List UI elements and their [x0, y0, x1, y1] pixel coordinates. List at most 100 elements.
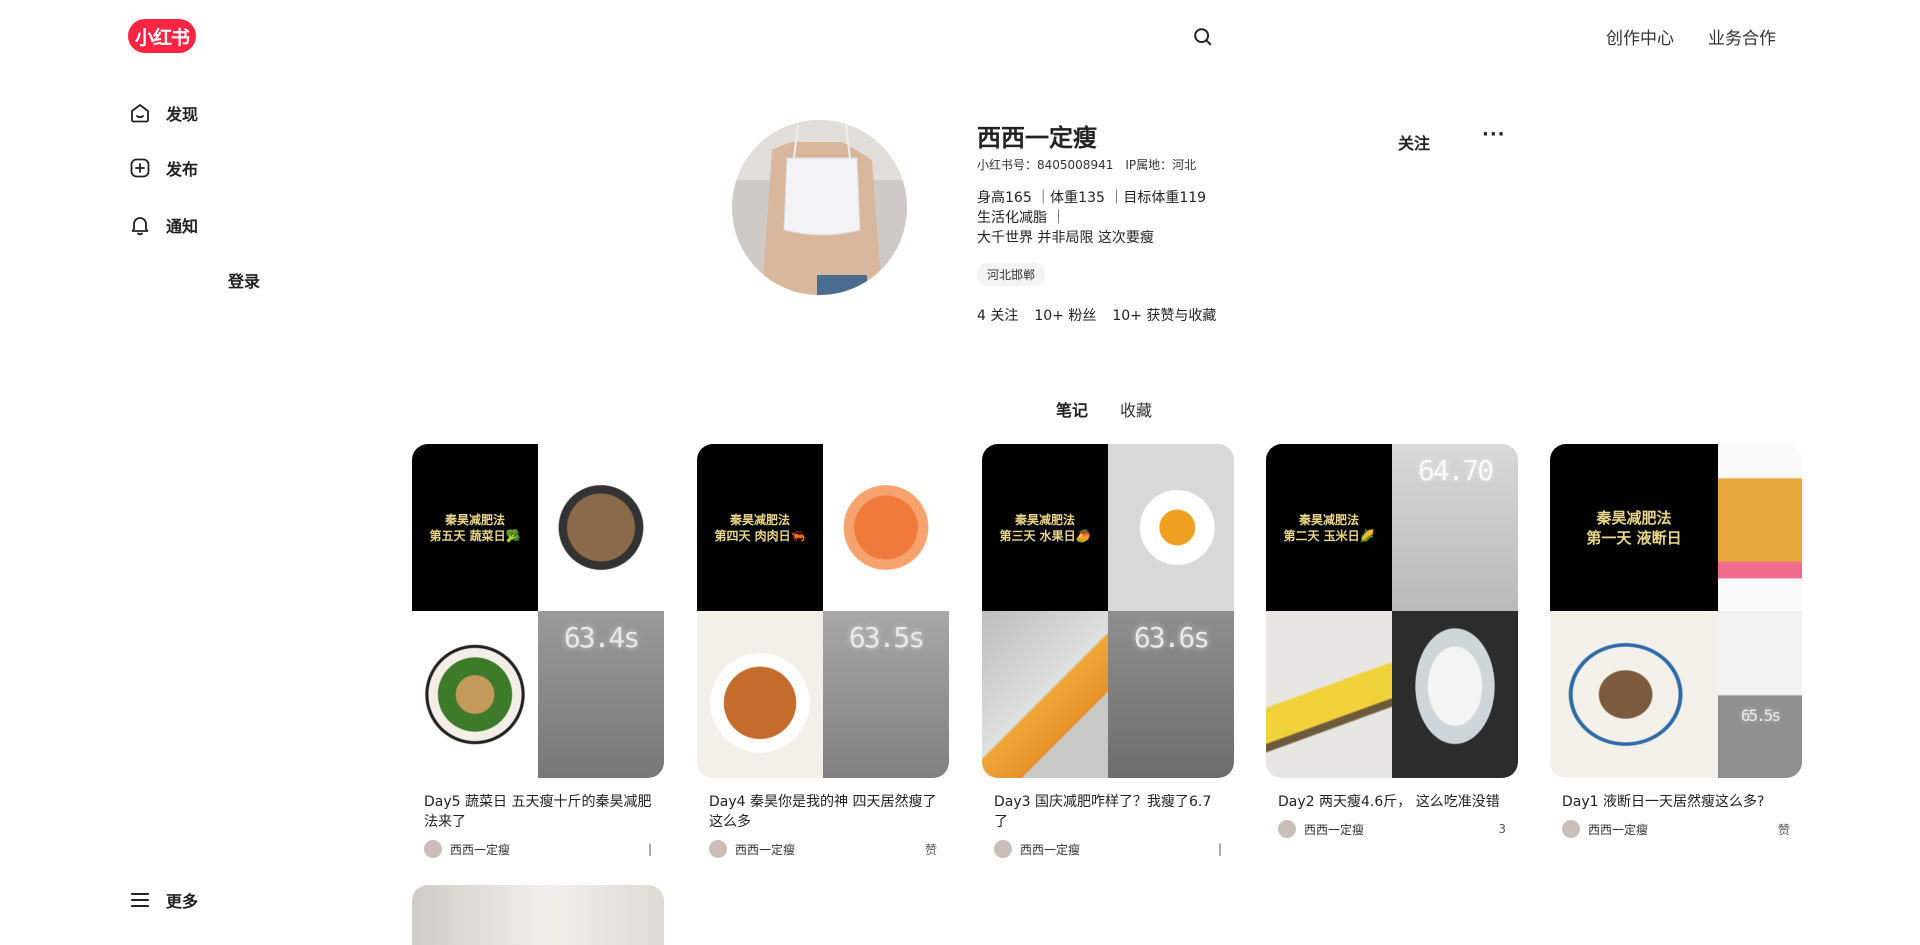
more-options-button[interactable]: ··· — [1482, 124, 1506, 145]
profile-name: 西西一定瘦 — [977, 124, 1097, 152]
fans-count[interactable]: 10+ 粉丝 — [1034, 305, 1096, 325]
cover-photo-cell — [538, 444, 664, 611]
cover-photo-cell — [1108, 444, 1234, 611]
note-cover[interactable]: 秦昊减肥法 第二天 玉米日🌽 64.70 — [1266, 444, 1518, 778]
author-name: 西西一定瘦 — [1588, 822, 1649, 837]
note-cover[interactable]: 秦昊减肥法 第三天 水果日🥭 63.6s — [982, 444, 1234, 778]
cover-caption-line: 第四天 肉肉日🦐 — [714, 528, 806, 543]
cover-scale-cell: 63.5s — [823, 611, 949, 778]
creator-center-link[interactable]: 创作中心 — [1606, 24, 1674, 49]
sidebar-more-button[interactable]: 更多 — [128, 885, 198, 915]
plus-icon — [130, 158, 150, 178]
author-avatar — [1278, 820, 1296, 838]
note-title[interactable]: Day5 蔬菜日 五天瘦十斤的秦昊减肥法来了 — [424, 792, 652, 832]
bio-line: 身高165 ｜体重135 ｜目标体重119 — [977, 190, 1207, 206]
like-count[interactable]: 3 — [1498, 822, 1506, 836]
note-author[interactable]: 西西一定瘦 3 — [1278, 820, 1506, 838]
cover-photo-cell — [1550, 611, 1718, 778]
cover-scale-cell: 63.4s — [538, 611, 664, 778]
note-title[interactable]: Day2 两天瘦4.6斤， 这么吃准没错 — [1278, 792, 1506, 812]
sidebar-more-label: 更多 — [166, 892, 199, 911]
cover-photo-cell — [412, 611, 538, 778]
author-avatar — [424, 840, 442, 858]
cover-caption-line: 秦昊减肥法 — [1014, 512, 1075, 527]
follow-button[interactable]: 关注 — [1398, 130, 1430, 154]
note-cover[interactable]: 秦昊减肥法 第一天 液断日 65.5s — [1550, 444, 1802, 778]
home-icon — [131, 104, 149, 123]
note-card[interactable]: 秦昊减肥法 第三天 水果日🥭 63.6s Day3 国庆减肥咋样了？我瘦了6.7了… — [982, 444, 1234, 858]
sidebar-item-publish[interactable]: 发布 — [128, 153, 198, 183]
profile-avatar[interactable] — [732, 120, 907, 295]
cover-caption-line: 秦昊减肥法 — [444, 512, 505, 527]
avatar-photo — [732, 120, 907, 295]
scale-reading: 64.70 — [1417, 454, 1494, 487]
tab-notes[interactable]: 笔记 — [1056, 397, 1088, 421]
bell-icon — [131, 217, 149, 236]
cover-scale-cell: 64.70 — [1392, 444, 1518, 611]
cover-caption-line: 秦昊减肥法 — [729, 512, 790, 527]
note-title[interactable]: Day1 液断日一天居然瘦这么多? — [1562, 792, 1790, 812]
profile-ip: IP属地：河北 — [1125, 158, 1197, 172]
location-tag: 河北邯郸 — [977, 263, 1046, 286]
cover-caption-line: 秦昊减肥法 — [1298, 512, 1359, 527]
cover-caption-line: 第三天 水果日🥭 — [999, 528, 1091, 543]
scale-reading: 63.4s — [563, 621, 640, 654]
cover-caption-cell: 秦昊减肥法 第三天 水果日🥭 — [982, 444, 1108, 611]
note-author[interactable]: 西西一定瘦 | — [424, 840, 652, 858]
sidebar-item-notifications[interactable]: 通知 — [128, 210, 198, 240]
cover-caption-line: 第二天 玉米日🌽 — [1283, 528, 1375, 543]
author-name: 西西一定瘦 — [735, 842, 796, 857]
bio-line: 生活化减脂 ｜ — [977, 210, 1066, 226]
bio-line: 大千世界 并非局限 这次要瘦 — [977, 230, 1154, 246]
following-count[interactable]: 4 关注 — [977, 305, 1018, 325]
note-card-partial[interactable] — [412, 885, 664, 945]
cover-photo-cell — [1266, 611, 1392, 778]
scale-reading: 63.6s — [1133, 621, 1210, 654]
cover-scale-cell: 65.5s — [1718, 611, 1802, 778]
cover-caption-line: 秦昊减肥法 — [1596, 508, 1672, 527]
note-author[interactable]: 西西一定瘦 | — [994, 840, 1222, 858]
cover-photo-cell — [697, 611, 823, 778]
author-avatar — [1562, 820, 1580, 838]
profile-id: 小红书号：8405008941 — [977, 158, 1114, 172]
note-cover[interactable]: 秦昊减肥法 第四天 肉肉日🦐 63.5s — [697, 444, 949, 778]
sidebar-item-discover[interactable]: 发现 — [128, 98, 198, 128]
login-button[interactable]: 登录 — [228, 268, 260, 292]
note-title[interactable]: Day4 秦昊你是我的神 四天居然瘦了这么多 — [709, 792, 937, 832]
note-author[interactable]: 西西一定瘦 赞 — [709, 840, 937, 858]
cover-photo-cell — [982, 611, 1108, 778]
cover-caption-cell: 秦昊减肥法 第五天 蔬菜日🥦 — [412, 444, 538, 611]
like-count[interactable]: 赞 — [1778, 821, 1790, 838]
profile-meta: 小红书号：8405008941 IP属地：河北 — [977, 156, 1196, 173]
note-card[interactable]: 秦昊减肥法 第一天 液断日 65.5s Day1 液断日一天居然瘦这么多? 西西一… — [1550, 444, 1802, 838]
cover-caption-line: 第五天 蔬菜日🥦 — [429, 528, 521, 543]
likes-count[interactable]: 10+ 获赞与收藏 — [1112, 305, 1216, 325]
cover-caption-cell: 秦昊减肥法 第一天 液断日 — [1550, 444, 1718, 611]
search-icon[interactable] — [1192, 26, 1214, 48]
sidebar-item-label: 通知 — [166, 217, 199, 236]
note-title[interactable]: Day3 国庆减肥咋样了？我瘦了6.7了 — [994, 792, 1222, 832]
xiaohongshu-logo[interactable]: 小红书 — [128, 19, 196, 53]
note-card[interactable]: 秦昊减肥法 第二天 玉米日🌽 64.70 Day2 两天瘦4.6斤， 这么吃准没错… — [1266, 444, 1518, 838]
cover-caption-cell: 秦昊减肥法 第二天 玉米日🌽 — [1266, 444, 1392, 611]
cover-caption-line: 第一天 液断日 — [1586, 528, 1682, 547]
author-name: 西西一定瘦 — [1020, 842, 1081, 857]
like-count[interactable]: | — [1218, 842, 1222, 856]
sidebar-item-label: 发布 — [166, 160, 199, 179]
like-count[interactable]: | — [648, 842, 652, 856]
note-author[interactable]: 西西一定瘦 赞 — [1562, 820, 1790, 838]
top-links: 创作中心 业务合作 — [1606, 24, 1776, 49]
sidebar-item-label: 发现 — [166, 105, 199, 124]
profile-stats: 4 关注 10+ 粉丝 10+ 获赞与收藏 — [977, 305, 1216, 325]
scale-reading: 65.5s — [1740, 706, 1781, 725]
cover-photo-cell — [1392, 611, 1518, 778]
note-cover[interactable]: 秦昊减肥法 第五天 蔬菜日🥦 63.4s — [412, 444, 664, 778]
like-count[interactable]: 赞 — [925, 841, 937, 858]
tab-collections[interactable]: 收藏 — [1120, 397, 1152, 421]
scale-reading: 63.5s — [848, 621, 925, 654]
cover-caption-cell: 秦昊减肥法 第四天 肉肉日🦐 — [697, 444, 823, 611]
business-cooperation-link[interactable]: 业务合作 — [1708, 24, 1776, 49]
note-card[interactable]: 秦昊减肥法 第五天 蔬菜日🥦 63.4s Day5 蔬菜日 五天瘦十斤的秦昊减肥法… — [412, 444, 664, 858]
note-card[interactable]: 秦昊减肥法 第四天 肉肉日🦐 63.5s Day4 秦昊你是我的神 四天居然瘦了这… — [697, 444, 949, 858]
profile-bio: 身高165 ｜体重135 ｜目标体重119 生活化减脂 ｜ 大千世界 并非局限 … — [977, 188, 1206, 248]
